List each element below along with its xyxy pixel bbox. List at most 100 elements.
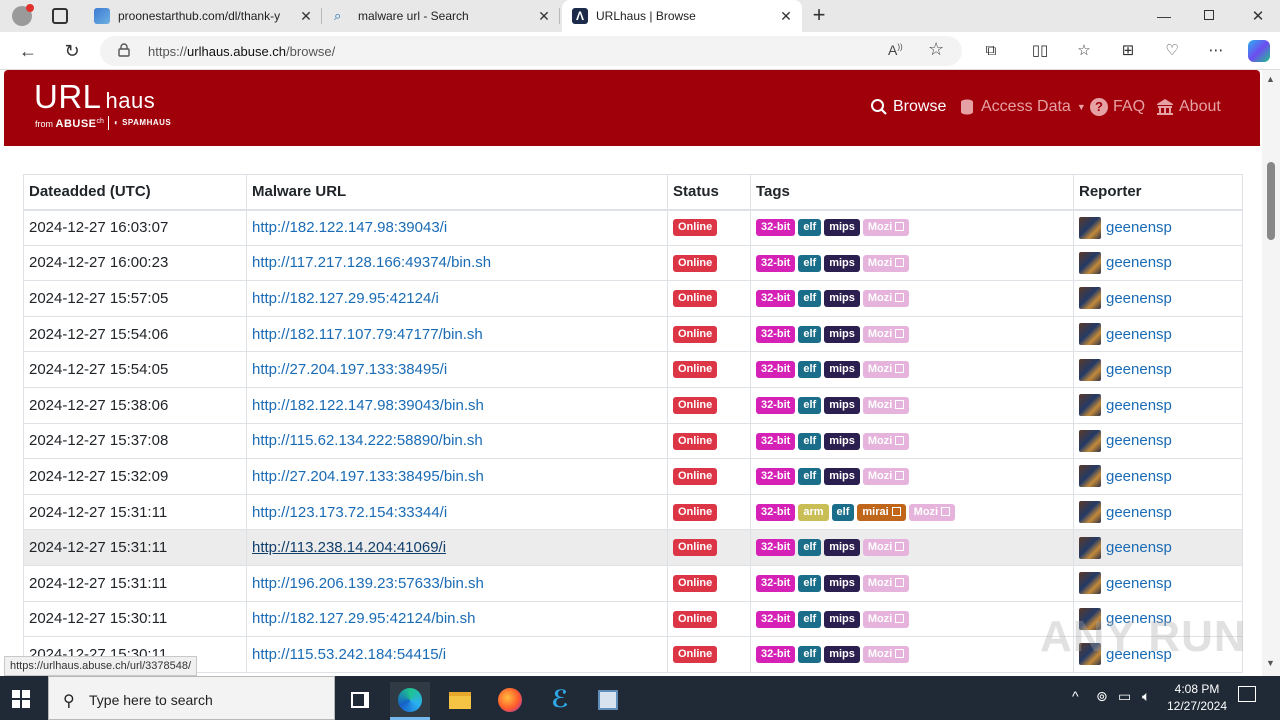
- malware-url-link[interactable]: http://27.204.197.133:38495/i: [252, 361, 447, 378]
- read-aloud-icon[interactable]: A)): [888, 42, 903, 58]
- tag-badge[interactable]: elf: [798, 361, 822, 379]
- malware-url-link[interactable]: http://115.53.242.184:54415/i: [252, 646, 446, 663]
- malware-url-link[interactable]: http://182.127.29.95:42124/bin.sh: [252, 610, 476, 627]
- back-button[interactable]: ←: [16, 39, 40, 63]
- malware-url-link[interactable]: http://123.173.72.154:33344/i: [252, 504, 447, 521]
- tag-badge[interactable]: Mozi: [862, 254, 910, 272]
- tag-badge[interactable]: mips: [824, 575, 860, 592]
- scrollbar-thumb[interactable]: [1267, 162, 1275, 240]
- tag-badge[interactable]: mips: [824, 361, 860, 379]
- firefox-icon[interactable]: [490, 682, 530, 720]
- favorite-star-icon[interactable]: ☆: [928, 39, 944, 60]
- tray-chevron-icon[interactable]: ^: [1072, 688, 1079, 704]
- nav-faq[interactable]: ? FAQ: [1090, 98, 1145, 116]
- tab-search[interactable]: ⌕ malware url - Search ✕: [324, 0, 560, 32]
- tag-badge[interactable]: mips: [824, 610, 860, 628]
- app-installer-icon[interactable]: [588, 682, 628, 720]
- nav-browse[interactable]: Browse: [870, 98, 946, 116]
- malware-url-link[interactable]: http://113.238.14.204:41069/i: [252, 539, 446, 556]
- col-reporter[interactable]: Reporter: [1073, 174, 1243, 211]
- malware-url-link[interactable]: http://115.62.134.222:58890/bin.sh: [252, 432, 483, 449]
- tag-badge[interactable]: elf: [798, 646, 822, 664]
- tag-badge[interactable]: mips: [824, 325, 860, 343]
- tag-badge[interactable]: elf: [798, 575, 822, 592]
- tab-actions-icon[interactable]: [52, 8, 68, 24]
- malware-url-link[interactable]: http://182.122.147.98:39043/bin.sh: [252, 397, 484, 414]
- tray-app-icon[interactable]: ⊚: [1096, 688, 1108, 705]
- tag-badge[interactable]: mips: [824, 539, 860, 557]
- tag-badge[interactable]: elf: [798, 397, 822, 415]
- tag-badge[interactable]: Mozi: [862, 432, 910, 450]
- tag-badge[interactable]: 32-bit: [756, 575, 796, 592]
- tag-badge[interactable]: mirai: [857, 503, 906, 521]
- tag-badge[interactable]: 32-bit: [756, 503, 796, 521]
- tag-badge[interactable]: 32-bit: [756, 539, 796, 557]
- refresh-button[interactable]: ↻: [60, 39, 84, 63]
- favorites-icon[interactable]: ☆: [1074, 41, 1094, 61]
- reporter-link[interactable]: geenensp: [1106, 504, 1172, 521]
- file-explorer-icon[interactable]: [440, 682, 480, 720]
- col-url[interactable]: Malware URL: [246, 174, 668, 211]
- col-date[interactable]: Dateadded (UTC): [23, 174, 247, 211]
- tag-badge[interactable]: mips: [824, 290, 860, 308]
- tag-badge[interactable]: Mozi: [862, 325, 910, 343]
- new-tab-button[interactable]: +: [808, 4, 830, 28]
- reporter-link[interactable]: geenensp: [1106, 468, 1172, 485]
- tag-badge[interactable]: Mozi: [862, 575, 910, 592]
- browser-essentials-icon[interactable]: ♡: [1162, 41, 1182, 61]
- reporter-link[interactable]: geenensp: [1106, 361, 1172, 378]
- tag-badge[interactable]: elf: [798, 468, 822, 486]
- notifications-icon[interactable]: [1238, 686, 1256, 702]
- taskbar-search-box[interactable]: ⚲ Type here to search: [48, 676, 335, 720]
- col-status[interactable]: Status: [667, 174, 751, 211]
- reporter-link[interactable]: geenensp: [1106, 290, 1172, 307]
- malware-url-link[interactable]: http://182.127.29.95:42124/i: [252, 290, 439, 307]
- copilot-icon[interactable]: [1248, 40, 1270, 62]
- malware-url-link[interactable]: http://182.122.147.98:39043/i: [252, 219, 447, 236]
- tag-badge[interactable]: mips: [824, 646, 860, 664]
- malware-url-link[interactable]: http://182.117.107.79:47177/bin.sh: [252, 326, 483, 343]
- malware-url-link[interactable]: http://27.204.197.133:38495/bin.sh: [252, 468, 484, 485]
- tag-badge[interactable]: Mozi: [862, 610, 910, 628]
- tag-badge[interactable]: Mozi: [908, 503, 956, 521]
- tag-badge[interactable]: 32-bit: [756, 325, 796, 343]
- task-view-icon[interactable]: [340, 682, 380, 720]
- tag-badge[interactable]: 32-bit: [756, 468, 796, 486]
- tag-badge[interactable]: mips: [824, 254, 860, 272]
- scroll-up-icon[interactable]: ▲: [1266, 74, 1275, 84]
- tag-badge[interactable]: 32-bit: [756, 361, 796, 379]
- tag-badge[interactable]: elf: [798, 219, 822, 237]
- tag-badge[interactable]: 32-bit: [756, 432, 796, 450]
- tab-proonestarthub[interactable]: proonestarthub.com/dl/thank-y ✕: [84, 0, 322, 32]
- tag-badge[interactable]: Mozi: [862, 646, 910, 664]
- tag-badge[interactable]: Mozi: [862, 397, 910, 415]
- site-logo[interactable]: URL haus: [34, 78, 155, 116]
- tag-badge[interactable]: elf: [831, 503, 855, 521]
- tag-badge[interactable]: arm: [798, 503, 829, 521]
- tag-badge[interactable]: 32-bit: [756, 610, 796, 628]
- malware-url-link[interactable]: http://117.217.128.166:49374/bin.sh: [252, 254, 491, 271]
- tag-badge[interactable]: 32-bit: [756, 646, 796, 664]
- tag-badge[interactable]: 32-bit: [756, 290, 796, 308]
- volume-icon[interactable]: 🔈︎: [1142, 688, 1150, 705]
- more-menu-icon[interactable]: ⋯: [1206, 41, 1226, 61]
- reporter-link[interactable]: geenensp: [1106, 432, 1172, 449]
- split-screen-icon[interactable]: ▯▯: [1030, 41, 1050, 61]
- tag-badge[interactable]: Mozi: [862, 361, 910, 379]
- close-window-button[interactable]: ✕: [1250, 7, 1266, 25]
- close-icon[interactable]: ✕: [778, 8, 794, 24]
- tag-badge[interactable]: mips: [824, 397, 860, 415]
- tag-badge[interactable]: Mozi: [862, 539, 910, 557]
- tag-badge[interactable]: 32-bit: [756, 254, 796, 272]
- reporter-link[interactable]: geenensp: [1106, 219, 1172, 236]
- page-scrollbar[interactable]: ▲ ▼: [1262, 70, 1280, 676]
- tag-badge[interactable]: elf: [798, 432, 822, 450]
- malware-url-link[interactable]: http://196.206.139.23:57633/bin.sh: [252, 575, 484, 592]
- tag-badge[interactable]: mips: [824, 432, 860, 450]
- nav-about[interactable]: About: [1156, 98, 1221, 116]
- tab-urlhaus[interactable]: Λ URLhaus | Browse ✕: [562, 0, 802, 32]
- tag-badge[interactable]: 32-bit: [756, 219, 796, 237]
- address-bar[interactable]: https://urlhaus.abuse.ch/browse/ A)) ☆: [100, 36, 962, 66]
- windows-start-icon[interactable]: [12, 690, 30, 708]
- nav-access-data[interactable]: Access Data ▼: [958, 98, 1086, 116]
